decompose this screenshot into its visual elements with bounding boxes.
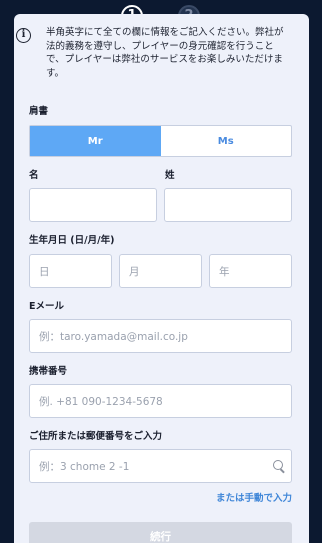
dob-day-input[interactable]: 日 <box>29 254 112 288</box>
first-name-input[interactable] <box>29 188 157 222</box>
manual-entry-link[interactable]: または手動で入力 <box>216 490 292 504</box>
first-name-label: 名 <box>29 170 39 181</box>
address-label: ご住所または郵便番号をご入力 <box>29 431 163 442</box>
address-placeholder: 例：3 chome 2 -1 <box>39 460 130 473</box>
title-label: 肩書 <box>29 106 49 117</box>
email-input[interactable]: 例：taro.yamada@mail.co.jp <box>29 319 292 353</box>
dob-label: 生年月日 (日/月/年) <box>29 235 115 246</box>
info-icon: i <box>16 28 31 43</box>
phone-label: 携帯番号 <box>29 366 68 377</box>
continue-button[interactable]: 続行 <box>29 522 292 543</box>
dob-year-input[interactable]: 年 <box>209 254 292 288</box>
dob-month-input[interactable]: 月 <box>119 254 202 288</box>
email-label: Eメール <box>29 301 64 312</box>
last-name-input[interactable] <box>164 188 292 222</box>
title-toggle: Mr Ms <box>29 125 292 157</box>
last-name-label: 姓 <box>165 170 175 181</box>
address-search-input[interactable]: 例：3 chome 2 -1 <box>29 449 292 483</box>
title-option-mr[interactable]: Mr <box>30 126 161 156</box>
notice-text: 半角英字にて全ての欄に情報をご記入ください。弊社が法的義務を遵守し、プレイヤーの… <box>46 27 284 79</box>
title-option-ms[interactable]: Ms <box>161 126 292 156</box>
search-icon[interactable] <box>273 460 283 470</box>
phone-input[interactable]: 例. +81 090-1234-5678 <box>29 384 292 418</box>
